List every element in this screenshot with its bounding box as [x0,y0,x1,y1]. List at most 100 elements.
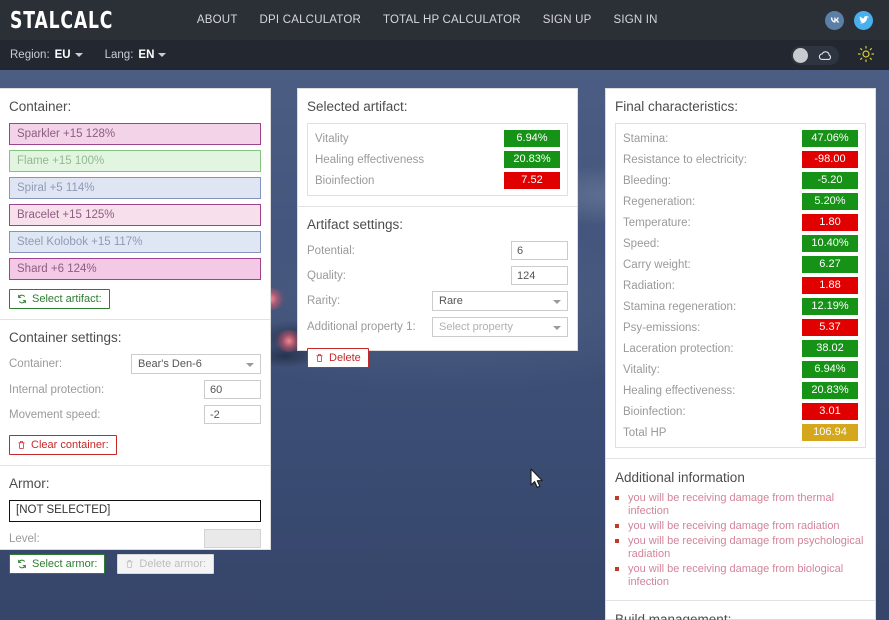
status-badge: 38.02 [802,340,858,357]
list-item: you will be receiving damage from therma… [615,492,866,518]
theme-controls [791,45,875,66]
list-item: you will be receiving damage from radiat… [615,520,866,533]
characteristic-name: Laceration protection: [623,342,734,355]
armor-value-box[interactable]: [NOT SELECTED] [9,500,261,522]
region-selector[interactable]: Region: EU [10,49,83,61]
status-badge: 20.83% [504,151,560,168]
select-armor-button[interactable]: Select armor: [9,554,106,574]
rarity-select[interactable]: Rare [432,291,568,311]
status-badge: 3.01 [802,403,858,420]
sun-icon[interactable] [857,45,875,66]
right-panel: Final characteristics: Stamina: 47.06% Re… [605,88,876,620]
quality-label: Quality: [307,269,346,282]
settings-bar: Region: EU Lang: EN [0,40,889,70]
final-characteristics-box: Stamina: 47.06% Resistance to electricity… [615,123,866,448]
left-panel: Container: Sparkler +15 128% Flame +15 1… [0,88,271,574]
characteristic-name: Speed: [623,237,660,250]
list-item[interactable]: Flame +15 100% [9,150,261,172]
language-selector[interactable]: Lang: EN [105,49,167,61]
armor-level-input [204,529,261,548]
characteristic-name: Bleeding: [623,174,671,187]
nav-link-total-hp-calculator[interactable]: TOTAL HP CALCULATOR [383,14,521,26]
table-row: Total HP 106.94 [623,423,858,442]
container-select-value: Bear's Den-6 [138,358,202,370]
nav-link-sign-up[interactable]: SIGN UP [543,14,592,26]
characteristic-name: Resistance to electricity: [623,153,747,166]
table-row: Bleeding: -5.20 [623,171,858,190]
site-logo[interactable]: STALCALC [10,8,113,32]
table-row: Vitality: 6.94% [623,360,858,379]
rarity-label: Rarity: [307,295,341,307]
lang-value[interactable]: EN [138,49,154,61]
characteristic-name: Stamina: [623,132,669,145]
nav-link-dpi-calculator[interactable]: DPI CALCULATOR [260,14,361,26]
potential-row: Potential: [307,241,568,260]
quality-row: Quality: [307,266,568,285]
armor-title: Armor: [9,476,50,491]
list-item[interactable]: Shard +6 124% [9,258,261,280]
additional-property-select[interactable]: Select property [432,317,568,337]
selected-artifact-panel: Selected artifact: Vitality 6.94% Healin… [297,88,578,368]
movement-speed-label: Movement speed: [9,408,101,421]
nav-link-sign-in[interactable]: SIGN IN [613,14,657,26]
quality-input[interactable] [511,266,568,285]
table-row: Temperature: 1.80 [623,213,858,232]
list-item[interactable]: Sparkler +15 128% [9,123,261,145]
status-badge: 5.20% [802,193,858,210]
table-row: Stamina regeneration: 12.19% [623,297,858,316]
status-badge: 1.88 [802,277,858,294]
rarity-row: Rarity: Rare [307,291,568,311]
table-row: Bioinfection: 3.01 [623,402,858,421]
list-item[interactable]: Steel Kolobok +15 117% [9,231,261,253]
clear-container-button[interactable]: Clear container: [9,435,117,455]
refresh-icon [18,559,26,569]
build-management-section: Build management: Export to THPC* THPC -… [606,600,875,620]
list-item[interactable]: Spiral +5 114% [9,177,261,199]
additional-property-value: Select property [439,321,513,333]
armor-buttons: Select armor: Delete armor: [9,554,261,574]
internal-protection-input[interactable] [204,380,261,399]
region-value[interactable]: EU [55,49,71,61]
characteristic-name: Carry weight: [623,258,691,271]
additional-information-section: Additional information you will be recei… [606,458,875,600]
twitter-icon[interactable] [854,10,873,30]
characteristic-name: Vitality: [623,363,660,376]
additional-information-title: Additional information [615,470,745,485]
characteristic-name: Temperature: [623,216,691,229]
table-row: Vitality 6.94% [315,129,560,148]
select-artifact-button[interactable]: Select artifact: [9,289,110,309]
table-row: Speed: 10.40% [623,234,858,253]
container-select[interactable]: Bear's Den-6 [131,354,261,374]
build-management-title: Build management: [615,612,732,620]
container-settings-section: Container settings: Container: Bear's De… [0,319,270,465]
internal-protection-row: Internal protection: [9,380,261,399]
table-row: Healing effectiveness 20.83% [315,150,560,169]
final-characteristics-title: Final characteristics: [615,99,739,114]
theme-toggle-switch[interactable] [791,45,839,65]
delete-armor-label: Delete armor: [139,558,207,570]
list-item: you will be receiving damage from psycho… [615,535,866,561]
nav-link-about[interactable]: ABOUT [197,14,238,26]
status-badge: 12.19% [802,298,858,315]
potential-input[interactable] [511,241,568,260]
trash-icon [316,354,323,362]
additional-property-label: Additional property 1: [307,321,416,333]
final-characteristics-section: Final characteristics: Stamina: 47.06% Re… [606,89,875,458]
table-row: Psy-emissions: 5.37 [623,318,858,337]
status-badge: 47.06% [802,130,858,147]
movement-speed-input[interactable] [204,405,261,424]
characteristic-name: Stamina regeneration: [623,300,737,313]
chevron-down-icon [553,300,561,304]
characteristic-name: Regeneration: [623,195,696,208]
artifact-settings-section: Artifact settings: Potential: Quality: R… [298,206,577,378]
vk-icon[interactable] [825,10,844,30]
list-item: you will be receiving damage from biolog… [615,563,866,589]
delete-artifact-button[interactable]: Delete [307,348,369,368]
characteristic-name: Healing effectiveness: [623,384,736,397]
cloud-icon [818,50,832,60]
container-title: Container: [9,99,72,114]
list-item[interactable]: Bracelet +15 125% [9,204,261,226]
potential-label: Potential: [307,244,355,257]
table-row: Stamina: 47.06% [623,129,858,148]
table-row: Laceration protection: 38.02 [623,339,858,358]
